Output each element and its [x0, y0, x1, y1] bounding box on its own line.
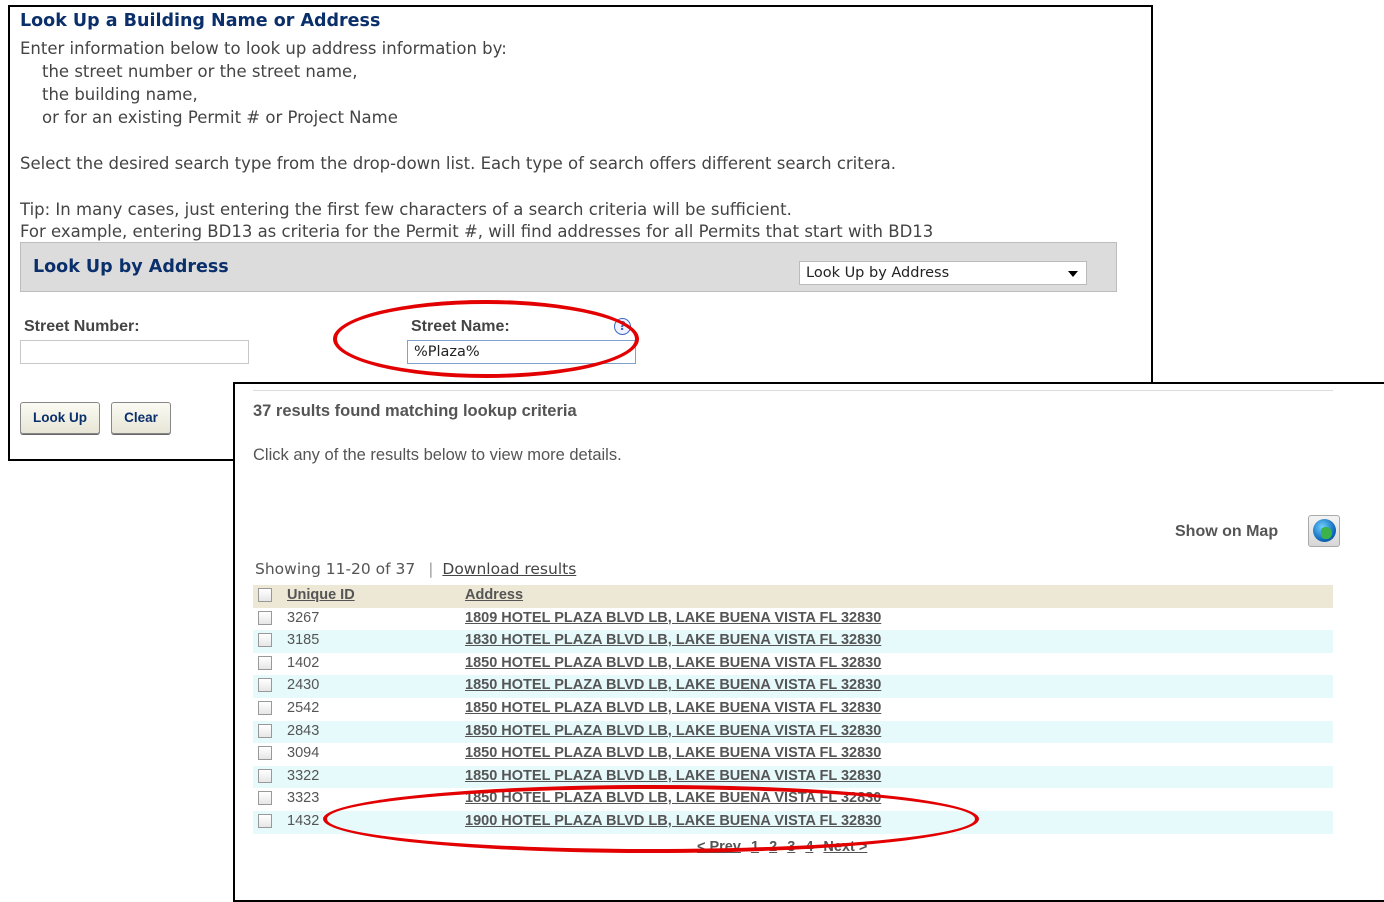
results-instruction: Click any of the results below to view m… [253, 446, 622, 464]
page-link-4[interactable]: 4 [805, 839, 813, 855]
unique-id: 2542 [287, 699, 320, 716]
intro-text: Enter information below to look up addre… [20, 39, 507, 58]
unique-id: 3185 [287, 632, 320, 649]
next-page-link[interactable]: Next > [823, 839, 867, 855]
table-row[interactable]: 2843 1850 HOTEL PLAZA BLVD LB, LAKE BUENA… [253, 720, 1333, 744]
row-checkbox[interactable] [258, 700, 272, 715]
row-checkbox[interactable] [258, 655, 272, 670]
clear-button[interactable]: Clear [111, 402, 171, 434]
street-number-label: Street Number: [24, 318, 140, 335]
column-header-unique-id[interactable]: Unique ID [287, 587, 355, 603]
select-all-checkbox[interactable] [258, 588, 272, 602]
unique-id: 2430 [287, 677, 320, 694]
table-header: Unique ID Address [253, 585, 1333, 608]
unique-id: 3094 [287, 745, 320, 762]
page-link-3[interactable]: 3 [787, 839, 795, 855]
row-checkbox[interactable] [258, 633, 272, 648]
row-checkbox[interactable] [258, 678, 272, 693]
address-link[interactable]: 1809 HOTEL PLAZA BLVD LB, LAKE BUENA VIS… [465, 610, 881, 626]
table-row[interactable]: 1432 1900 HOTEL PLAZA BLVD LB, LAKE BUENA… [253, 810, 1333, 834]
row-checkbox[interactable] [258, 723, 272, 738]
tip-example-text: For example, entering BD13 as criteria f… [20, 222, 934, 241]
row-checkbox[interactable] [258, 746, 272, 761]
search-type-select[interactable]: Look Up by Address [799, 261, 1087, 285]
option-building: the building name, [42, 85, 198, 104]
show-on-map-label[interactable]: Show on Map [1175, 523, 1278, 541]
results-count-title: 37 results found matching lookup criteri… [253, 402, 577, 420]
address-link[interactable]: 1850 HOTEL PLAZA BLVD LB, LAKE BUENA VIS… [465, 677, 881, 693]
unique-id: 3267 [287, 609, 320, 626]
address-link[interactable]: 1900 HOTEL PLAZA BLVD LB, LAKE BUENA VIS… [465, 813, 881, 829]
row-checkbox[interactable] [258, 610, 272, 625]
address-link[interactable]: 1850 HOTEL PLAZA BLVD LB, LAKE BUENA VIS… [465, 745, 881, 761]
divider [253, 390, 1333, 391]
table-row[interactable]: 3322 1850 HOTEL PLAZA BLVD LB, LAKE BUENA… [253, 765, 1333, 789]
tip-text: Tip: In many cases, just entering the fi… [20, 200, 792, 219]
separator: | [428, 560, 434, 578]
section-title: Look Up by Address [33, 257, 229, 277]
globe-icon[interactable] [1308, 515, 1340, 547]
chevron-down-icon [1068, 271, 1078, 277]
unique-id: 3323 [287, 790, 320, 807]
table-row[interactable]: 3267 1809 HOTEL PLAZA BLVD LB, LAKE BUENA… [253, 608, 1333, 631]
unique-id: 1432 [287, 812, 320, 829]
row-checkbox[interactable] [258, 813, 272, 828]
table-row[interactable]: 2430 1850 HOTEL PLAZA BLVD LB, LAKE BUENA… [253, 675, 1333, 698]
table-row[interactable]: 3185 1830 HOTEL PLAZA BLVD LB, LAKE BUENA… [253, 630, 1333, 653]
address-link[interactable]: 1850 HOTEL PLAZA BLVD LB, LAKE BUENA VIS… [465, 655, 881, 671]
table-row[interactable]: 3323 1850 HOTEL PLAZA BLVD LB, LAKE BUENA… [253, 788, 1333, 811]
address-link[interactable]: 1850 HOTEL PLAZA BLVD LB, LAKE BUENA VIS… [465, 723, 881, 739]
row-checkbox[interactable] [258, 791, 272, 806]
help-icon[interactable]: ? [614, 318, 631, 335]
results-range: Showing 11-20 of 37 | Download results [255, 560, 576, 578]
instruction-text: Select the desired search type from the … [20, 154, 897, 173]
download-results-link[interactable]: Download results [442, 560, 576, 578]
results-table: Unique ID Address 3267 1809 HOTEL PLAZA B… [253, 585, 1333, 834]
street-number-input[interactable] [20, 340, 249, 364]
prev-page-link[interactable]: < Prev [697, 839, 741, 855]
lookup-button[interactable]: Look Up [20, 402, 100, 434]
street-name-label: Street Name: [411, 318, 510, 335]
page-title: Look Up a Building Name or Address [20, 11, 381, 31]
unique-id: 2843 [287, 722, 320, 739]
table-row[interactable]: 2542 1850 HOTEL PLAZA BLVD LB, LAKE BUENA… [253, 698, 1333, 721]
showing-text: Showing 11-20 of 37 [255, 560, 416, 578]
address-link[interactable]: 1850 HOTEL PLAZA BLVD LB, LAKE BUENA VIS… [465, 790, 881, 806]
page-link-1[interactable]: 1 [751, 839, 759, 855]
address-link[interactable]: 1850 HOTEL PLAZA BLVD LB, LAKE BUENA VIS… [465, 768, 881, 784]
column-header-address[interactable]: Address [465, 587, 523, 603]
option-street: the street number or the street name, [42, 62, 358, 81]
address-link[interactable]: 1830 HOTEL PLAZA BLVD LB, LAKE BUENA VIS… [465, 632, 881, 648]
results-panel: 37 results found matching lookup criteri… [233, 382, 1384, 902]
row-checkbox[interactable] [258, 768, 272, 783]
address-link[interactable]: 1850 HOTEL PLAZA BLVD LB, LAKE BUENA VIS… [465, 700, 881, 716]
table-row[interactable]: 1402 1850 HOTEL PLAZA BLVD LB, LAKE BUENA… [253, 653, 1333, 676]
page-link-2[interactable]: 2 [769, 839, 777, 855]
option-permit: or for an existing Permit # or Project N… [42, 108, 398, 127]
street-name-input[interactable]: %Plaza% [407, 340, 636, 364]
search-type-bar: Look Up by Address Look Up by Address [20, 242, 1117, 292]
pagination: < Prev 1 2 3 4 Next > [697, 839, 873, 855]
search-type-value: Look Up by Address [806, 265, 950, 281]
table-row[interactable]: 3094 1850 HOTEL PLAZA BLVD LB, LAKE BUENA… [253, 743, 1333, 766]
unique-id: 3322 [287, 767, 320, 784]
unique-id: 1402 [287, 654, 320, 671]
